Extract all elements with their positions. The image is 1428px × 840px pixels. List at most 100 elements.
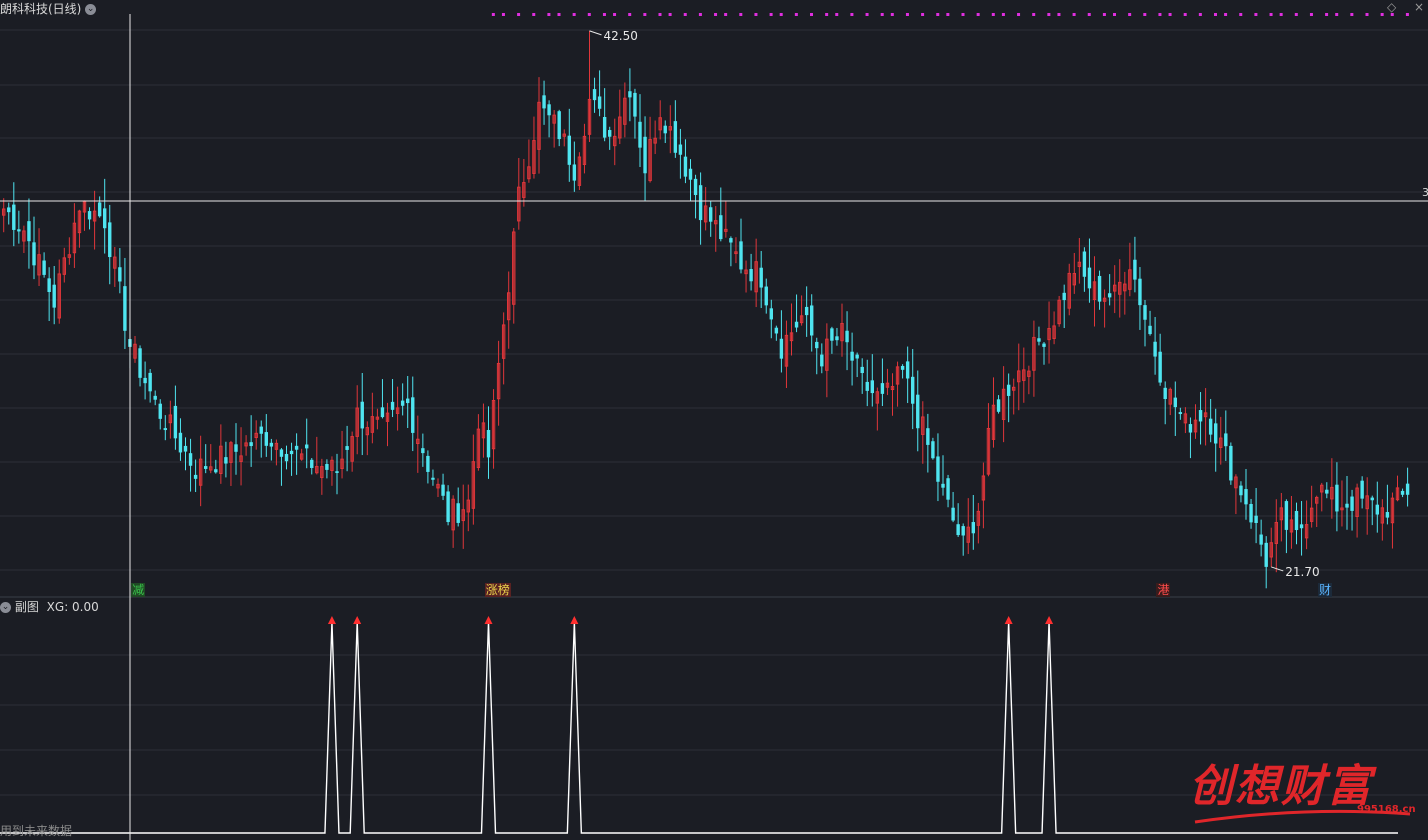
candle[interactable] <box>683 139 688 184</box>
candle[interactable] <box>835 327 839 346</box>
candle[interactable] <box>294 433 299 475</box>
candle[interactable] <box>865 359 869 407</box>
candle[interactable] <box>37 228 41 286</box>
candle[interactable] <box>1400 488 1405 498</box>
candle[interactable] <box>204 444 208 474</box>
candle[interactable] <box>961 523 965 556</box>
candle[interactable] <box>1072 252 1076 294</box>
candle[interactable] <box>1143 300 1147 347</box>
candle[interactable] <box>804 286 809 337</box>
candle[interactable] <box>148 369 152 403</box>
candle[interactable] <box>77 209 82 248</box>
candle[interactable] <box>229 440 233 486</box>
candle[interactable] <box>557 109 561 147</box>
candle[interactable] <box>299 448 304 461</box>
candle[interactable] <box>860 358 864 394</box>
candle[interactable] <box>1284 499 1289 554</box>
candle[interactable] <box>1274 499 1278 573</box>
candle[interactable] <box>643 116 647 201</box>
candle[interactable] <box>754 238 758 308</box>
candle[interactable] <box>1042 341 1046 365</box>
candle[interactable] <box>653 120 657 155</box>
candle[interactable] <box>1163 381 1167 425</box>
candle[interactable] <box>471 434 476 525</box>
candle[interactable] <box>350 431 354 472</box>
candle[interactable] <box>431 469 435 486</box>
candle[interactable] <box>1158 333 1162 386</box>
candle[interactable] <box>436 478 440 498</box>
candle[interactable] <box>552 110 556 148</box>
candle[interactable] <box>916 370 920 452</box>
candle[interactable] <box>1229 442 1233 485</box>
candle[interactable] <box>759 251 763 309</box>
candle[interactable] <box>875 387 880 431</box>
candle[interactable] <box>234 423 238 475</box>
candle[interactable] <box>537 77 541 174</box>
candle[interactable] <box>911 349 915 430</box>
candle[interactable] <box>764 278 768 314</box>
candle[interactable] <box>749 253 753 291</box>
candle[interactable] <box>921 401 925 464</box>
candle[interactable] <box>1375 481 1379 533</box>
candle[interactable] <box>1325 482 1329 499</box>
candle[interactable] <box>47 267 51 321</box>
candle[interactable] <box>900 364 905 379</box>
candle[interactable] <box>638 94 642 167</box>
candle[interactable] <box>587 30 592 143</box>
candle[interactable] <box>845 311 849 371</box>
candle[interactable] <box>52 266 56 325</box>
chart-title-bar[interactable]: 朗科科技(日线) ⌄ <box>0 0 97 17</box>
candle[interactable] <box>1385 484 1390 525</box>
candle[interactable] <box>2 198 6 233</box>
candle[interactable] <box>365 421 370 456</box>
candle[interactable] <box>289 442 294 476</box>
candle[interactable] <box>1395 475 1400 502</box>
candle[interactable] <box>330 456 334 486</box>
candle[interactable] <box>1294 502 1299 545</box>
candle[interactable] <box>693 174 698 219</box>
candle[interactable] <box>507 271 511 349</box>
candle[interactable] <box>1355 483 1359 538</box>
close-icon[interactable]: × <box>1414 0 1424 14</box>
candle[interactable] <box>1183 407 1188 434</box>
candle[interactable] <box>7 202 11 225</box>
subchart-header[interactable]: ⌄ 副图 XG: 0.00 <box>0 598 99 615</box>
candle[interactable] <box>1097 270 1102 310</box>
candle[interactable] <box>1118 259 1122 318</box>
candle[interactable] <box>163 415 167 441</box>
candle[interactable] <box>17 210 21 244</box>
candle[interactable] <box>1052 311 1056 345</box>
candle[interactable] <box>850 332 854 386</box>
candle[interactable] <box>27 198 31 269</box>
candle[interactable] <box>239 427 243 486</box>
candle[interactable] <box>123 257 127 349</box>
candle[interactable] <box>219 424 223 484</box>
candle[interactable] <box>870 354 874 407</box>
candle[interactable] <box>966 498 970 554</box>
candle[interactable] <box>1208 398 1213 443</box>
candle[interactable] <box>67 237 72 265</box>
candle[interactable] <box>345 425 349 472</box>
candle[interactable] <box>82 200 87 231</box>
candle[interactable] <box>284 445 289 470</box>
candle[interactable] <box>209 444 213 474</box>
candle[interactable] <box>32 216 36 280</box>
event-tag[interactable]: 减 <box>131 583 146 597</box>
candle[interactable] <box>87 207 92 230</box>
candle[interactable] <box>895 361 900 407</box>
candle[interactable] <box>1188 417 1193 459</box>
candle[interactable] <box>668 105 672 154</box>
candle[interactable] <box>688 159 693 201</box>
candle[interactable] <box>249 415 253 467</box>
candle[interactable] <box>400 383 405 416</box>
candle[interactable] <box>92 190 97 250</box>
candle[interactable] <box>946 474 950 508</box>
candle[interactable] <box>602 88 607 142</box>
candle[interactable] <box>1178 407 1183 420</box>
candle[interactable] <box>1299 501 1304 556</box>
candle[interactable] <box>1320 482 1324 512</box>
candle[interactable] <box>375 408 380 430</box>
candle[interactable] <box>355 385 359 455</box>
candle[interactable] <box>1345 475 1349 530</box>
candle[interactable] <box>1289 495 1294 549</box>
